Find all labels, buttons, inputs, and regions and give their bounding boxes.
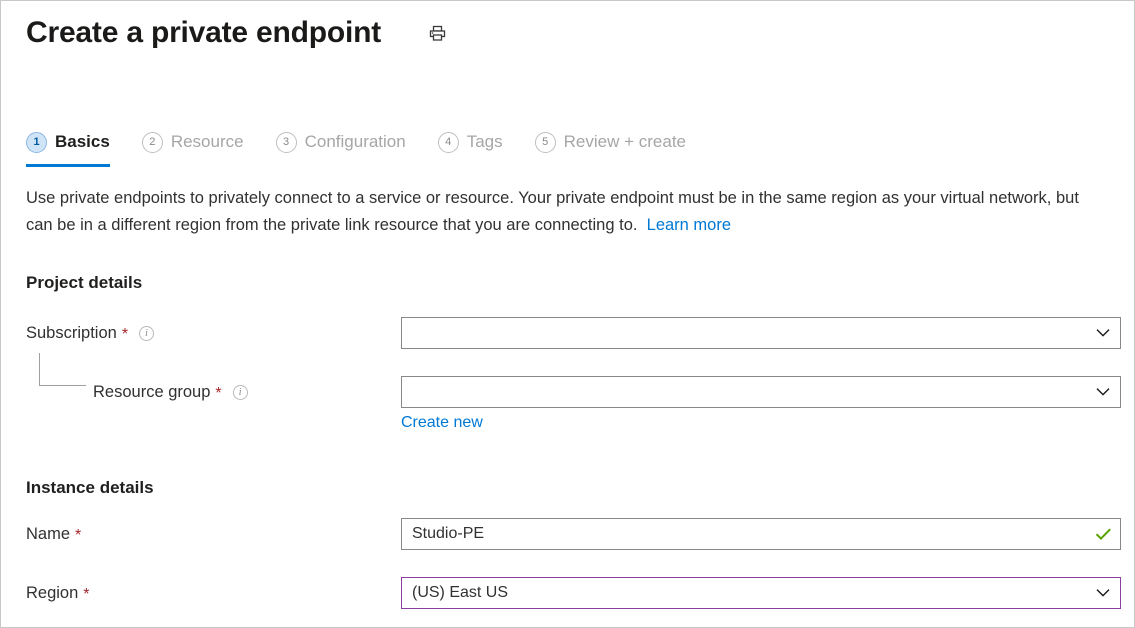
subscription-row: Subscription * i — [1, 317, 1134, 349]
chevron-down-icon — [1086, 328, 1120, 338]
printer-icon[interactable] — [425, 21, 449, 45]
resource-group-required-asterisk: * — [215, 386, 221, 402]
region-row: Region * (US) East US — [1, 577, 1134, 609]
tab-basics-number: 1 — [26, 132, 47, 153]
region-value: (US) East US — [412, 584, 1086, 602]
tab-tags[interactable]: 4 Tags — [438, 123, 503, 163]
tab-review-create[interactable]: 5 Review + create — [535, 123, 686, 163]
learn-more-link[interactable]: Learn more — [647, 216, 731, 234]
resource-group-row: Resource group * i — [1, 376, 1134, 408]
tab-resource[interactable]: 2 Resource — [142, 123, 244, 163]
project-details-heading: Project details — [26, 273, 1134, 293]
check-icon — [1086, 527, 1120, 541]
tab-configuration-label: Configuration — [305, 132, 406, 152]
tab-basics[interactable]: 1 Basics — [26, 123, 110, 163]
tab-basics-label: Basics — [55, 132, 110, 152]
tab-review-create-number: 5 — [535, 132, 556, 153]
tab-tags-label: Tags — [467, 132, 503, 152]
resource-group-dropdown[interactable] — [401, 376, 1121, 408]
subscription-label-group: Subscription * i — [26, 317, 154, 349]
region-dropdown[interactable]: (US) East US — [401, 577, 1121, 609]
region-label-group: Region * — [26, 577, 90, 609]
resource-group-label-group: Resource group * i — [93, 376, 248, 408]
resource-group-info-icon[interactable]: i — [233, 385, 248, 400]
tab-resource-number: 2 — [142, 132, 163, 153]
subscription-label: Subscription — [26, 324, 117, 343]
name-input[interactable]: Studio-PE — [401, 518, 1121, 550]
region-label: Region — [26, 584, 78, 603]
create-new-resource-group-link[interactable]: Create new — [401, 414, 483, 432]
instance-details-heading: Instance details — [26, 478, 154, 498]
name-required-asterisk: * — [75, 528, 81, 544]
name-row: Name * Studio-PE — [1, 518, 1134, 550]
tab-review-create-label: Review + create — [564, 132, 686, 152]
name-label: Name — [26, 525, 70, 544]
region-required-asterisk: * — [83, 587, 89, 603]
name-value: Studio-PE — [412, 525, 1086, 543]
blade-header: Create a private endpoint — [1, 1, 1134, 57]
tab-configuration-number: 3 — [276, 132, 297, 153]
name-label-group: Name * — [26, 518, 81, 550]
tab-resource-label: Resource — [171, 132, 244, 152]
subscription-dropdown[interactable] — [401, 317, 1121, 349]
chevron-down-icon — [1086, 387, 1120, 397]
subscription-info-icon[interactable]: i — [139, 326, 154, 341]
subscription-required-asterisk: * — [122, 327, 128, 343]
chevron-down-icon — [1086, 588, 1120, 598]
tab-configuration[interactable]: 3 Configuration — [276, 123, 406, 163]
resource-group-label: Resource group — [93, 383, 210, 402]
create-private-endpoint-blade: Create a private endpoint 1 Basics 2 Res… — [0, 0, 1135, 628]
page-title: Create a private endpoint — [26, 15, 381, 51]
tab-tags-number: 4 — [438, 132, 459, 153]
description-text: Use private endpoints to privately conne… — [26, 189, 1079, 234]
blade-description: Use private endpoints to privately conne… — [26, 185, 1104, 239]
wizard-tabs: 1 Basics 2 Resource 3 Configuration 4 Ta… — [1, 123, 1134, 163]
